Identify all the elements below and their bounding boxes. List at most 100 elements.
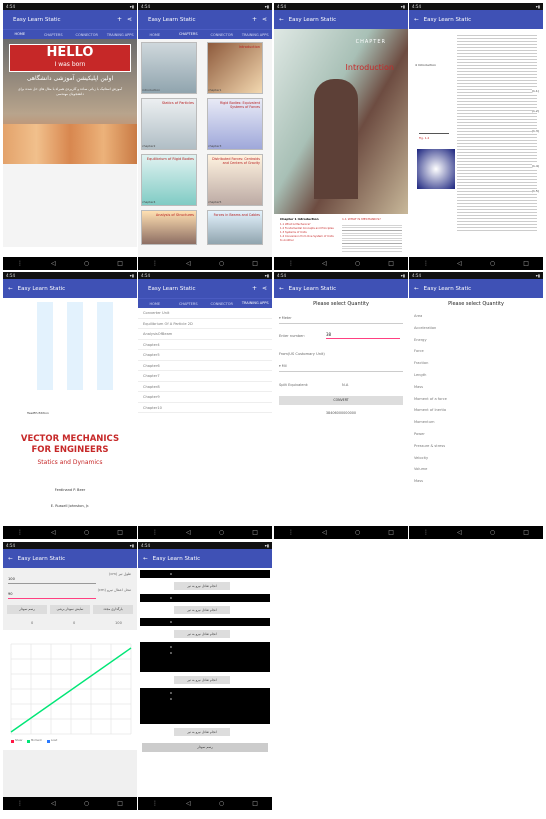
back-icon[interactable]: ◁ [51, 800, 56, 807]
share-icon[interactable]: ⋖ [262, 285, 267, 292]
recents-icon[interactable]: □ [117, 529, 123, 536]
home-icon[interactable]: ○ [219, 800, 224, 807]
menu-icon[interactable]: ⋮ [288, 260, 294, 267]
back-icon[interactable]: ◁ [457, 529, 462, 536]
back-arrow-icon[interactable]: ← [8, 286, 13, 292]
tab-chapters[interactable]: CHAPTERS [37, 30, 71, 40]
back-icon[interactable]: ◁ [186, 800, 191, 807]
equilibrium-button[interactable]: انجام تعادل نیرو به تیر [174, 676, 230, 684]
input-value[interactable]: 0 [170, 650, 270, 656]
menu-icon[interactable]: ⋮ [152, 260, 158, 267]
back-icon[interactable]: ◁ [322, 529, 327, 536]
recents-icon[interactable]: □ [252, 260, 258, 267]
page4[interactable]: 4 Introduction (1.1) (1.2) (1.3) Fig. 1.… [409, 29, 543, 257]
quantity-item[interactable]: Acceleration [409, 323, 543, 335]
home-icon[interactable]: ○ [355, 529, 360, 536]
unit-to-spinner[interactable]: ▾ Mil [279, 364, 403, 372]
add-icon[interactable]: + [117, 16, 122, 23]
quantity-item[interactable]: Velocity [409, 453, 543, 465]
unit-from-spinner[interactable]: ▾ Meter [279, 316, 403, 324]
list-item[interactable]: Chapter8 [138, 382, 272, 392]
home-icon[interactable]: ○ [84, 260, 89, 267]
chapter-card[interactable]: Distributed Forces: Centroids and Center… [207, 154, 263, 206]
back-arrow-icon[interactable]: ← [143, 556, 148, 562]
back-arrow-icon[interactable]: ← [414, 286, 419, 292]
quantity-item[interactable]: Power [409, 429, 543, 441]
recents-icon[interactable]: □ [252, 529, 258, 536]
quantity-item[interactable]: Momentum [409, 417, 543, 429]
quantity-item[interactable]: Energy [409, 335, 543, 347]
back-icon[interactable]: ◁ [51, 529, 56, 536]
chapter-card[interactable]: Forces in Beams and Cables [207, 210, 263, 245]
chapter-card[interactable]: Introduction [207, 42, 263, 94]
tab-training-apps[interactable]: TRAINING APPS [104, 30, 138, 40]
tab-home[interactable]: HOME [138, 30, 172, 40]
menu-icon[interactable]: ⋮ [17, 260, 23, 267]
quantity-item[interactable]: Mass [409, 476, 543, 488]
add-icon[interactable]: + [252, 16, 257, 23]
home-icon[interactable]: ○ [219, 260, 224, 267]
quantity-item[interactable]: Length [409, 370, 543, 382]
back-icon[interactable]: ◁ [322, 260, 327, 267]
back-icon[interactable]: ◁ [186, 260, 191, 267]
recents-icon[interactable]: □ [523, 529, 529, 536]
home-icon[interactable]: ○ [84, 800, 89, 807]
recents-icon[interactable]: □ [252, 800, 258, 807]
quantity-item[interactable]: Moment of a force [409, 394, 543, 406]
chapter-card[interactable] [141, 42, 197, 94]
back-icon[interactable]: ◁ [457, 260, 462, 267]
equilibrium-button[interactable]: انجام تعادل نیرو به تیر [174, 630, 230, 638]
menu-icon[interactable]: ⋮ [17, 800, 23, 807]
menu-icon[interactable]: ⋮ [152, 800, 158, 807]
list-item[interactable]: AnalysisOfBeam [138, 329, 272, 340]
quantity-item[interactable]: Pressure & stress [409, 441, 543, 453]
equilibrium-button[interactable]: انجام تعادل نیرو به تیر [174, 606, 230, 614]
back-arrow-icon[interactable]: ← [8, 556, 13, 562]
tab-home[interactable]: HOME [138, 299, 172, 309]
equilibrium-button[interactable]: انجام تعادل نیرو به تیر [174, 582, 230, 590]
menu-icon[interactable]: ⋮ [423, 529, 429, 536]
recents-icon[interactable]: □ [388, 260, 394, 267]
quantity-item[interactable]: Force [409, 346, 543, 358]
quantity-item[interactable]: Fraction [409, 358, 543, 370]
list-item[interactable]: Chapter5 [138, 350, 272, 361]
recents-icon[interactable]: □ [117, 800, 123, 807]
list-item[interactable]: Chapter6 [138, 361, 272, 371]
input-row[interactable]: 0 [140, 570, 270, 578]
input-row[interactable]: 0 [140, 594, 270, 602]
back-arrow-icon[interactable]: ← [279, 17, 284, 23]
tab-connector[interactable]: CONNECTOR [205, 30, 239, 40]
menu-icon[interactable]: ⋮ [423, 260, 429, 267]
chapter-card[interactable]: Equilibrium of Rigid Bodies [141, 154, 197, 206]
quantity-item[interactable]: Moment of Inertia [409, 405, 543, 417]
tab-connector[interactable]: CONNECTOR [70, 30, 104, 40]
back-icon[interactable]: ◁ [51, 260, 56, 267]
convert-button[interactable]: CONVERT [279, 396, 403, 405]
equilibrium-button[interactable]: انجام تعادل نیرو به تیر [174, 728, 230, 736]
tab-connector[interactable]: CONNECTOR [205, 299, 239, 309]
reload-button[interactable]: بارگذاری مجدد [93, 605, 133, 614]
quantity-item[interactable]: Area [409, 311, 543, 323]
recents-icon[interactable]: □ [117, 260, 123, 267]
list-item[interactable]: Chapter9 [138, 392, 272, 403]
draw-result-button[interactable]: رسم نمودار [142, 743, 268, 752]
menu-icon[interactable]: ⋮ [152, 529, 158, 536]
recents-icon[interactable]: □ [388, 529, 394, 536]
list-item[interactable]: Chapter10 [138, 403, 272, 413]
list-item[interactable]: Chapter4 [138, 340, 272, 350]
quantity-item[interactable]: Volume [409, 464, 543, 476]
cover-page[interactable]: Twelfth Edition VECTOR MECHANICS FOR ENG… [3, 298, 137, 526]
menu-icon[interactable]: ⋮ [288, 529, 294, 536]
input-block[interactable]: 0 0 [140, 688, 270, 724]
share-icon[interactable]: ⋖ [127, 16, 132, 23]
tab-chapters[interactable]: CHAPTERS [172, 299, 206, 309]
force-position-input[interactable]: 90 [8, 592, 96, 599]
add-icon[interactable]: + [252, 285, 257, 292]
back-arrow-icon[interactable]: ← [279, 286, 284, 292]
home-icon[interactable]: ○ [84, 529, 89, 536]
intro-page[interactable]: CHAPTER Introduction Chapter 1 Introduct… [274, 29, 408, 257]
list-item[interactable]: Equilibrium Of A Particle 2D [138, 319, 272, 329]
input-row[interactable]: 0 [140, 618, 270, 626]
number-input[interactable]: 38 [326, 332, 400, 339]
list-item[interactable]: Chapter7 [138, 371, 272, 382]
